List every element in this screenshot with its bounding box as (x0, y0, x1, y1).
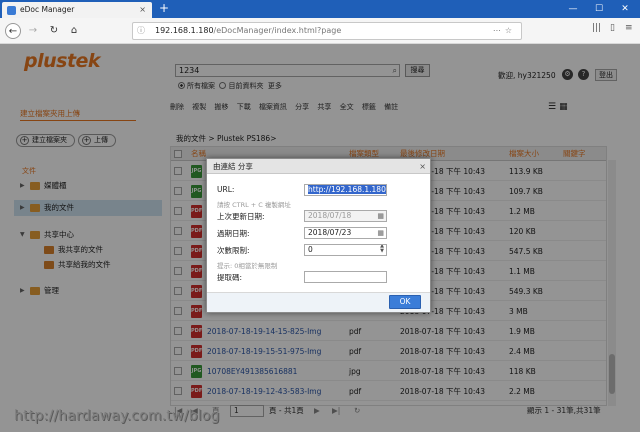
sidebar-icon[interactable]: ▯ (610, 23, 615, 33)
minimize-button[interactable]: — (560, 0, 586, 18)
browser-nav-bar: ← → ↻ ⌂ ⓘ 192.168.1.180/eDocManager/inde… (0, 18, 640, 44)
calendar-icon: ▦ (377, 212, 384, 220)
screen: eDoc Manager × + — ☐ ✕ ← → ↻ ⌂ ⓘ 192.168… (0, 0, 640, 432)
browser-tab-bar: eDoc Manager × + — ☐ ✕ (0, 0, 640, 18)
last-update-field: 2018/07/18 ▦ (304, 210, 387, 222)
extraction-code-field[interactable] (304, 271, 387, 283)
count-limit-stepper[interactable]: 0 ▲ ▼ (304, 244, 387, 256)
calendar-icon[interactable]: ▦ (377, 228, 384, 238)
spinner-icon[interactable]: ▲ ▼ (380, 245, 384, 254)
close-icon[interactable]: × (419, 159, 426, 174)
info-icon: ⓘ (137, 26, 145, 35)
ok-button[interactable]: OK (389, 295, 421, 309)
maximize-button[interactable]: ☐ (586, 0, 612, 18)
expire-label: 過期日期: (217, 229, 250, 238)
favicon-icon (7, 6, 16, 15)
share-link-dialog: 由連結 分享 × URL: http://192.168.1.180/e 請按 … (206, 158, 431, 313)
count-hint: 提示: 0相當於無限制 (217, 262, 278, 270)
home-button[interactable]: ⌂ (66, 23, 82, 39)
back-button[interactable]: ← (5, 23, 21, 39)
share-url-field[interactable]: http://192.168.1.180/e (304, 184, 387, 196)
url-domain: 192.168.1.180 (155, 26, 214, 35)
menu-icon[interactable]: ≡ (625, 23, 633, 33)
dialog-title-bar: 由連結 分享 × (207, 159, 430, 174)
address-bar[interactable]: ⓘ 192.168.1.180/eDocManager/index.html?p… (132, 22, 522, 40)
close-window-button[interactable]: ✕ (612, 0, 638, 18)
forward-button[interactable]: → (25, 23, 41, 39)
url-label: URL: (217, 185, 235, 194)
count-value: 0 (308, 245, 313, 254)
dialog-title: 由連結 分享 (213, 162, 253, 171)
share-url-value: http://192.168.1.180/e (308, 185, 386, 194)
last-update-label: 上次更新日期: (217, 212, 265, 221)
new-tab-button[interactable]: + (156, 0, 172, 18)
expire-date-field[interactable]: 2018/07/23 ▦ (304, 227, 387, 239)
count-label: 次數限制: (217, 246, 250, 255)
reload-button[interactable]: ↻ (46, 23, 62, 39)
copy-hint: 請按 CTRL + C 複製網址 (217, 201, 291, 209)
expire-value: 2018/07/23 (308, 228, 352, 237)
last-update-value: 2018/07/18 (308, 211, 352, 220)
url-path: /eDocManager/index.html?page (213, 26, 342, 35)
browser-tab[interactable]: eDoc Manager × (2, 2, 152, 18)
code-label: 提取碼: (217, 273, 243, 282)
close-tab-icon[interactable]: × (139, 2, 146, 18)
library-icon[interactable]: ||| (592, 23, 601, 33)
page-actions-icon[interactable]: ⋯☆ (493, 23, 516, 39)
tab-title: eDoc Manager (20, 5, 75, 14)
